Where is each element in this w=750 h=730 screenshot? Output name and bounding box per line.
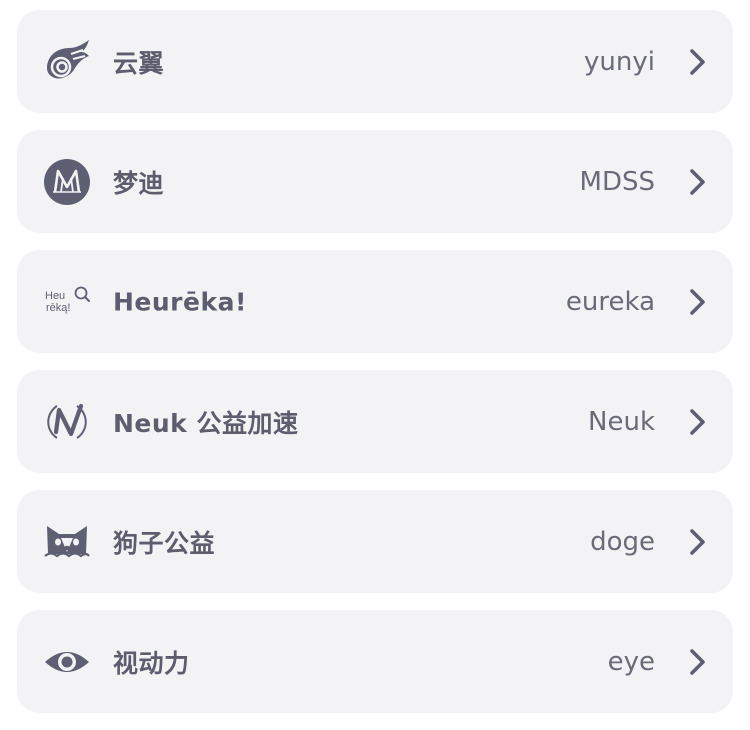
service-name: Neuk 公益加速 [113, 408, 299, 438]
chevron-right-icon [687, 288, 709, 316]
heureka-logo-icon: Heu rēką! [43, 278, 91, 326]
heureka-logo-line-1: Heu [45, 290, 65, 302]
service-code: MDSS [579, 166, 655, 197]
chevron-right-icon [687, 408, 709, 436]
m-logo-icon [43, 158, 91, 206]
neuk-logo-icon [43, 398, 91, 446]
chevron-right-icon [687, 648, 709, 676]
wing-swirl-icon [43, 38, 91, 86]
service-item-neuk[interactable]: Neuk 公益加速 Neuk [17, 370, 733, 473]
service-code: eureka [565, 286, 655, 317]
service-name: 狗子公益 [113, 528, 216, 558]
chevron-right-icon [687, 168, 709, 196]
service-code: Neuk [588, 406, 655, 437]
service-list: 云翼 yunyi 梦迪 MDSS Heu rēką! Heurēka! eure… [17, 10, 733, 730]
service-code: doge [590, 526, 655, 557]
service-item-doge[interactable]: 狗子公益 doge [17, 490, 733, 593]
service-item-mdss[interactable]: 梦迪 MDSS [17, 130, 733, 233]
service-item-eureka[interactable]: Heu rēką! Heurēka! eureka [17, 250, 733, 353]
chevron-right-icon [687, 48, 709, 76]
chevron-right-icon [687, 528, 709, 556]
service-code: eye [607, 646, 655, 677]
service-name: Heurēka! [113, 287, 247, 316]
eye-icon [43, 638, 91, 686]
service-code: yunyi [584, 46, 655, 77]
service-item-yunyi[interactable]: 云翼 yunyi [17, 10, 733, 113]
dog-face-icon [43, 518, 91, 566]
heureka-logo-line-2: rēką! [46, 302, 70, 314]
service-name: 梦迪 [113, 168, 165, 198]
service-name: 视动力 [113, 648, 190, 678]
service-item-eye[interactable]: 视动力 eye [17, 610, 733, 713]
service-name: 云翼 [113, 48, 165, 78]
